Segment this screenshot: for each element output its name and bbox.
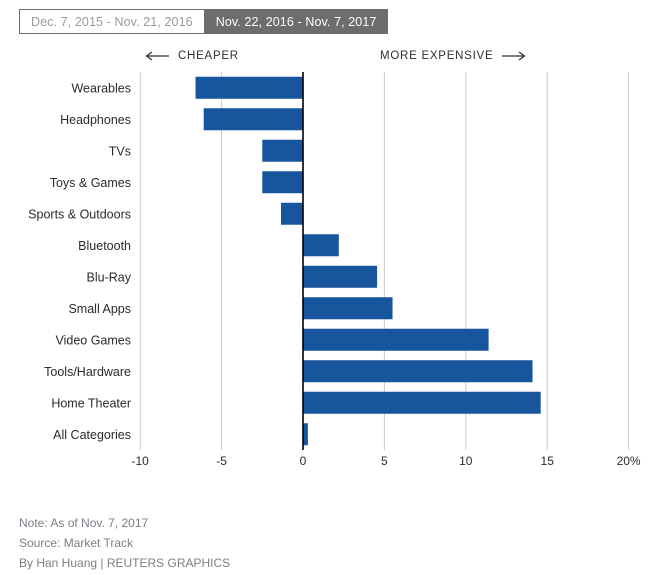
bar bbox=[303, 328, 489, 351]
direction-captions: CHEAPER MORE EXPENSIVE bbox=[0, 50, 669, 68]
x-tick-label: 10 bbox=[459, 454, 473, 468]
bar bbox=[262, 139, 303, 162]
category-labels: Wearables Headphones TVs Toys & Games Sports… bbox=[28, 81, 132, 442]
bar bbox=[262, 171, 303, 194]
category-label: Video Games bbox=[55, 333, 131, 347]
x-tick-label: 5 bbox=[381, 454, 388, 468]
x-tick-label: -5 bbox=[216, 454, 227, 468]
x-tick-label: 20% bbox=[617, 454, 641, 468]
more-expensive-label: MORE EXPENSIVE bbox=[380, 50, 494, 62]
bar bbox=[303, 360, 533, 383]
category-label: Home Theater bbox=[51, 396, 131, 410]
date-range-toggle[interactable]: Dec. 7, 2015 - Nov. 21, 2016 Nov. 22, 20… bbox=[19, 9, 389, 34]
category-label: Wearables bbox=[71, 81, 131, 95]
category-label: Tools/Hardware bbox=[44, 365, 131, 379]
category-label: Headphones bbox=[60, 113, 131, 127]
category-label: Bluetooth bbox=[78, 239, 131, 253]
cheaper-caption: CHEAPER bbox=[144, 50, 239, 62]
arrow-left-icon bbox=[144, 51, 170, 61]
category-label: Blu-Ray bbox=[87, 270, 132, 284]
bar bbox=[303, 234, 339, 257]
category-label: Sports & Outdoors bbox=[28, 207, 131, 221]
bar-chart: Wearables Headphones TVs Toys & Games Sports… bbox=[0, 0, 669, 575]
bar bbox=[281, 202, 303, 225]
x-tick-label: -10 bbox=[132, 454, 150, 468]
x-tick-label: 15 bbox=[541, 454, 555, 468]
arrow-right-icon bbox=[501, 51, 527, 61]
bar bbox=[195, 76, 303, 99]
bar bbox=[303, 423, 308, 446]
footer-source: Source: Market Track bbox=[19, 536, 134, 550]
bar bbox=[203, 108, 303, 131]
footer-note: Note: As of Nov. 7, 2017 bbox=[19, 516, 149, 530]
category-label: All Categories bbox=[53, 428, 131, 442]
x-tick-label: 0 bbox=[300, 454, 307, 468]
x-axis-tick-labels: -10 -5 0 5 10 15 20% bbox=[132, 454, 641, 468]
bar bbox=[303, 265, 378, 288]
toggle-option-previous-period[interactable]: Dec. 7, 2015 - Nov. 21, 2016 bbox=[19, 9, 204, 34]
toggle-option-current-period[interactable]: Nov. 22, 2016 - Nov. 7, 2017 bbox=[203, 9, 389, 34]
chart-canvas: Wearables Headphones TVs Toys & Games Sports… bbox=[28, 72, 641, 468]
more-expensive-caption: MORE EXPENSIVE bbox=[380, 50, 527, 62]
cheaper-label: CHEAPER bbox=[178, 50, 239, 62]
category-label: Toys & Games bbox=[50, 176, 131, 190]
footer-credit: By Han Huang | REUTERS GRAPHICS bbox=[19, 556, 231, 570]
bar bbox=[303, 297, 393, 320]
category-label: TVs bbox=[109, 144, 131, 158]
footer-notes: Note: As of Nov. 7, 2017 Source: Market … bbox=[19, 513, 230, 573]
bar bbox=[303, 391, 541, 414]
bars bbox=[195, 76, 541, 446]
gridlines bbox=[139, 72, 630, 450]
category-label: Small Apps bbox=[68, 302, 131, 316]
